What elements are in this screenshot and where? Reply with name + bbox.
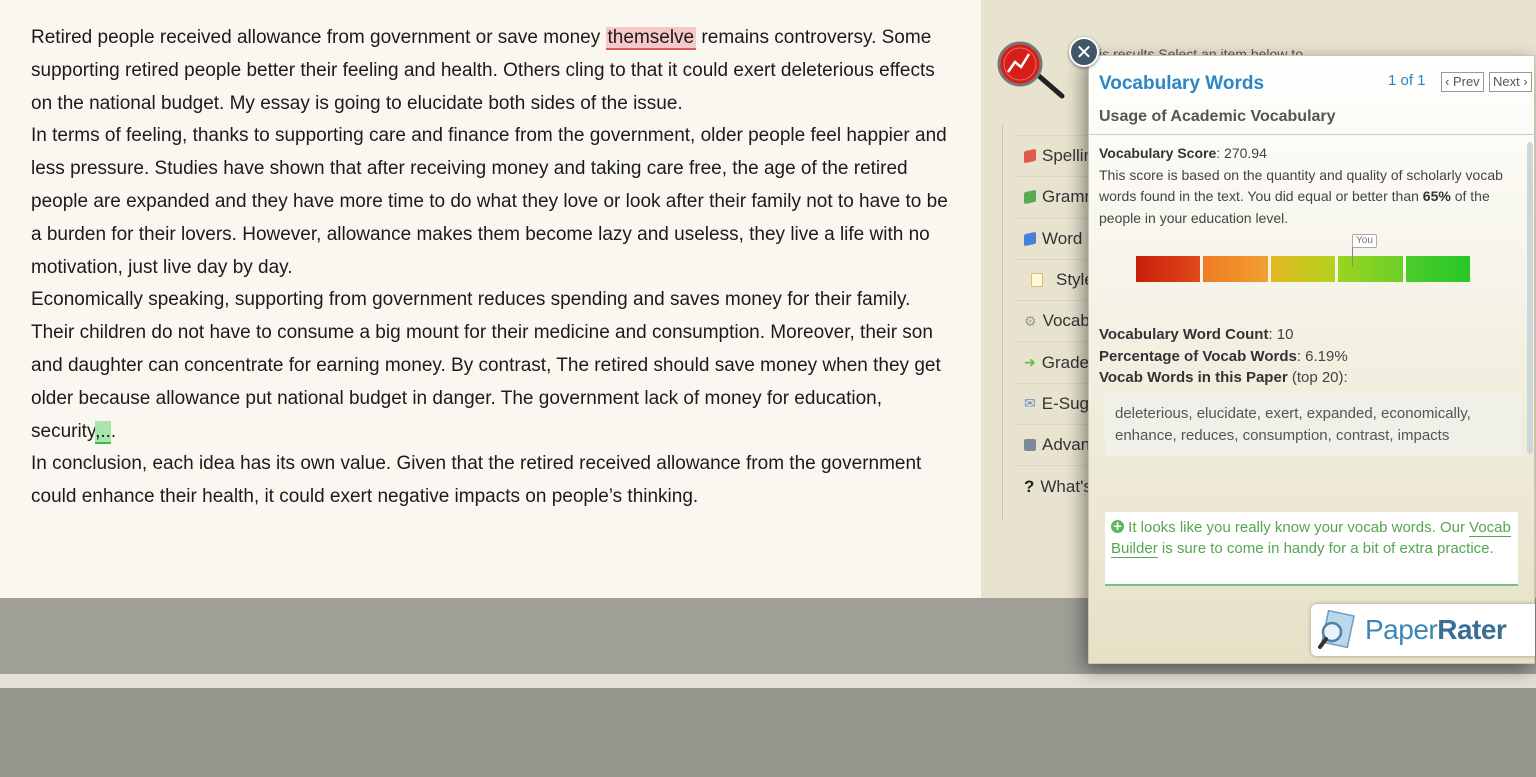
brand-name-part: Rater [1437, 614, 1507, 645]
percentile-value: 65% [1422, 188, 1451, 204]
score-label: Vocabulary Score [1099, 145, 1217, 161]
essay-text: . [110, 420, 117, 442]
mail-icon: ✉ [1024, 395, 1036, 412]
grammar-error-highlight[interactable]: ,.. [95, 420, 111, 444]
vocab-tip: + It looks like you really know your voc… [1105, 512, 1518, 586]
blue-flag-icon [1024, 229, 1036, 249]
document-icon [1024, 270, 1050, 290]
menu-divider [1002, 125, 1003, 520]
brand-name-part: Paper [1365, 614, 1438, 645]
meter-segment [1136, 256, 1201, 282]
plus-icon: + [1111, 519, 1124, 533]
menu-item-label: Grade Level [1041, 352, 1094, 372]
menu-item-label: E-Suggestions [1041, 393, 1094, 413]
menu-item-label: Advanced [1042, 435, 1094, 455]
count-label: Vocabulary Word Count [1099, 326, 1269, 343]
essay-paragraph-2: In terms of feeling, thanks to supportin… [31, 125, 948, 278]
list-label: Vocab Words in this Paper [1099, 369, 1288, 386]
meter-segment [1338, 256, 1403, 282]
menu-item-label: What's Next? [1040, 476, 1094, 496]
tip-text: It looks like you really know your vocab… [1124, 519, 1470, 536]
brand-name: PaperRater [1365, 614, 1507, 646]
menu-item-e-suggestions[interactable]: ✉ E-Suggestions [1014, 382, 1094, 424]
meter-segment [1203, 256, 1268, 282]
popup-subtitle: Usage of Academic Vocabulary [1099, 108, 1336, 125]
vocab-stats: Vocabulary Word Count: 10 Percentage of … [1099, 324, 1348, 389]
red-flag-icon [1024, 146, 1036, 166]
paperrater-logo-icon [1318, 610, 1355, 649]
essay-text-area[interactable]: Retired people received allowance from g… [0, 0, 981, 598]
percentage-value: : 6.19% [1296, 347, 1348, 365]
vocab-words-list: deleterious, elucidate, exert, expanded,… [1105, 393, 1522, 456]
percentage-label: Percentage of Vocab Words [1099, 347, 1297, 365]
menu-item-style[interactable]: Style [1014, 258, 1094, 300]
menu-item-word-choice[interactable]: Word Choice [1014, 217, 1094, 259]
popup-title: Vocabulary Words [1099, 73, 1265, 94]
bottom-band-lower [0, 688, 1536, 777]
question-icon: ? [1024, 476, 1035, 496]
menu-item-label: Grammar [1042, 187, 1094, 207]
menu-item-label: Spelling [1042, 146, 1094, 166]
you-marker: You [1352, 234, 1377, 248]
spelling-error-highlight[interactable]: themselve [605, 27, 697, 50]
green-flag-icon [1024, 187, 1036, 207]
page-indicator: 1 of 1 [1388, 72, 1426, 89]
menu-item-grade-level[interactable]: ➜ Grade Level [1014, 341, 1094, 382]
essay-paragraph-1: Retired people received allowance from g… [31, 22, 951, 120]
popup-scrollbar[interactable] [1527, 142, 1533, 454]
results-menu: Spelling Grammar Word Choice Style ⚙ Voca… [1014, 135, 1094, 507]
menu-item-spelling[interactable]: Spelling [1014, 135, 1094, 176]
paperrater-logo[interactable]: PaperRater [1311, 604, 1535, 656]
list-note: (top 20): [1287, 369, 1348, 386]
menu-item-whats-next[interactable]: ?What's Next? [1014, 465, 1094, 506]
prev-button[interactable]: ‹ Prev [1441, 72, 1484, 92]
essay-text: Retired people received allowance from g… [31, 27, 606, 48]
essay-paragraph-4: In conclusion, each idea has its own val… [31, 453, 922, 508]
add-icon [1024, 435, 1036, 455]
essay-paragraph-3: Economically speaking, supporting from g… [31, 284, 951, 448]
bottom-divider [0, 674, 1536, 688]
vocabulary-popup: Vocabulary Words 1 of 1 ‹ Prev Next › Us… [1088, 55, 1536, 664]
gear-icon: ⚙ [1024, 312, 1037, 329]
menu-item-grammar[interactable]: Grammar [1014, 176, 1094, 217]
vocabulary-score-meter [1136, 256, 1471, 282]
meter-segment [1405, 256, 1471, 282]
menu-item-vocabulary[interactable]: ⚙ Vocabulary Words [1014, 300, 1094, 341]
popup-divider [1089, 134, 1536, 135]
essay-text: Economically speaking, supporting from g… [31, 289, 941, 442]
meter-segment [1270, 256, 1336, 282]
next-button[interactable]: Next › [1489, 72, 1532, 92]
arrow-right-icon: ➜ [1024, 354, 1036, 371]
close-popup-button[interactable]: ✕ [1069, 37, 1099, 67]
analysis-magnifier-icon [997, 41, 1065, 99]
tip-text: is sure to come in handy for a bit of ex… [1157, 540, 1494, 557]
score-description: Vocabulary Score: 270.94 This score is b… [1099, 143, 1529, 229]
menu-item-label: Word Choice [1042, 228, 1094, 248]
score-value: : 270.94 [1216, 145, 1267, 161]
menu-item-label: Vocabulary Words [1042, 311, 1094, 331]
count-value: : 10 [1268, 326, 1294, 343]
you-marker-line [1352, 247, 1353, 267]
menu-item-advanced[interactable]: Advanced [1014, 424, 1094, 465]
